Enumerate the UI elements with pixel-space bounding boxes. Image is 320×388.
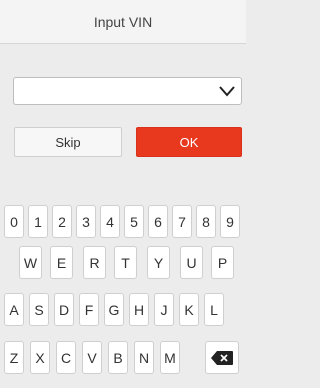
- key-l[interactable]: L: [204, 293, 224, 326]
- key-5[interactable]: 5: [124, 205, 144, 238]
- key-3[interactable]: 3: [76, 205, 96, 238]
- keyboard-row-digits: 0 1 2 3 4 5 6 7 8 9: [0, 205, 246, 238]
- ok-button-label: OK: [179, 134, 199, 150]
- key-f[interactable]: F: [79, 293, 99, 326]
- key-8[interactable]: 8: [196, 205, 216, 238]
- chevron-down-icon[interactable]: [217, 82, 237, 100]
- key-7[interactable]: 7: [172, 205, 192, 238]
- key-w[interactable]: W: [19, 246, 42, 279]
- skip-button[interactable]: Skip: [14, 127, 122, 157]
- vin-keyboard: 0 1 2 3 4 5 6 7 8 9 W E R T Y U P A S D …: [0, 197, 246, 388]
- key-m[interactable]: M: [160, 341, 180, 374]
- key-b[interactable]: B: [108, 341, 128, 374]
- input-vin-dialog: Input VIN Skip OK 0 1 2 3 4 5 6 7 8 9 W: [0, 0, 246, 388]
- key-v[interactable]: V: [82, 341, 102, 374]
- key-0[interactable]: 0: [4, 205, 24, 238]
- key-g[interactable]: G: [104, 293, 124, 326]
- keyboard-row-2: W E R T Y U P: [0, 246, 246, 279]
- key-n[interactable]: N: [134, 341, 154, 374]
- key-k[interactable]: K: [179, 293, 199, 326]
- keyboard-row-3: A S D F G H J K L: [0, 293, 246, 326]
- dialog-title: Input VIN: [93, 13, 153, 30]
- key-1[interactable]: 1: [28, 205, 48, 238]
- key-y[interactable]: Y: [147, 246, 170, 279]
- key-d[interactable]: D: [54, 293, 74, 326]
- vin-input[interactable]: [14, 78, 214, 104]
- key-z[interactable]: Z: [4, 341, 24, 374]
- key-a[interactable]: A: [4, 293, 24, 326]
- key-4[interactable]: 4: [100, 205, 120, 238]
- key-2[interactable]: 2: [52, 205, 72, 238]
- ok-button[interactable]: OK: [136, 127, 242, 157]
- keyboard-row-4: Z X C V B N M: [0, 341, 246, 374]
- key-9[interactable]: 9: [220, 205, 240, 238]
- key-h[interactable]: H: [129, 293, 149, 326]
- skip-button-label: Skip: [55, 134, 81, 150]
- backspace-key[interactable]: [205, 341, 239, 374]
- key-u[interactable]: U: [180, 246, 203, 279]
- key-6[interactable]: 6: [148, 205, 168, 238]
- key-p[interactable]: P: [211, 246, 234, 279]
- dialog-header: Input VIN: [0, 0, 246, 44]
- vin-input-field[interactable]: [13, 77, 242, 105]
- key-e[interactable]: E: [50, 246, 73, 279]
- key-x[interactable]: X: [30, 341, 50, 374]
- key-c[interactable]: C: [56, 341, 76, 374]
- key-r[interactable]: R: [83, 246, 106, 279]
- key-t[interactable]: T: [114, 246, 137, 279]
- key-s[interactable]: S: [29, 293, 49, 326]
- backspace-icon: [211, 350, 233, 365]
- key-j[interactable]: J: [154, 293, 174, 326]
